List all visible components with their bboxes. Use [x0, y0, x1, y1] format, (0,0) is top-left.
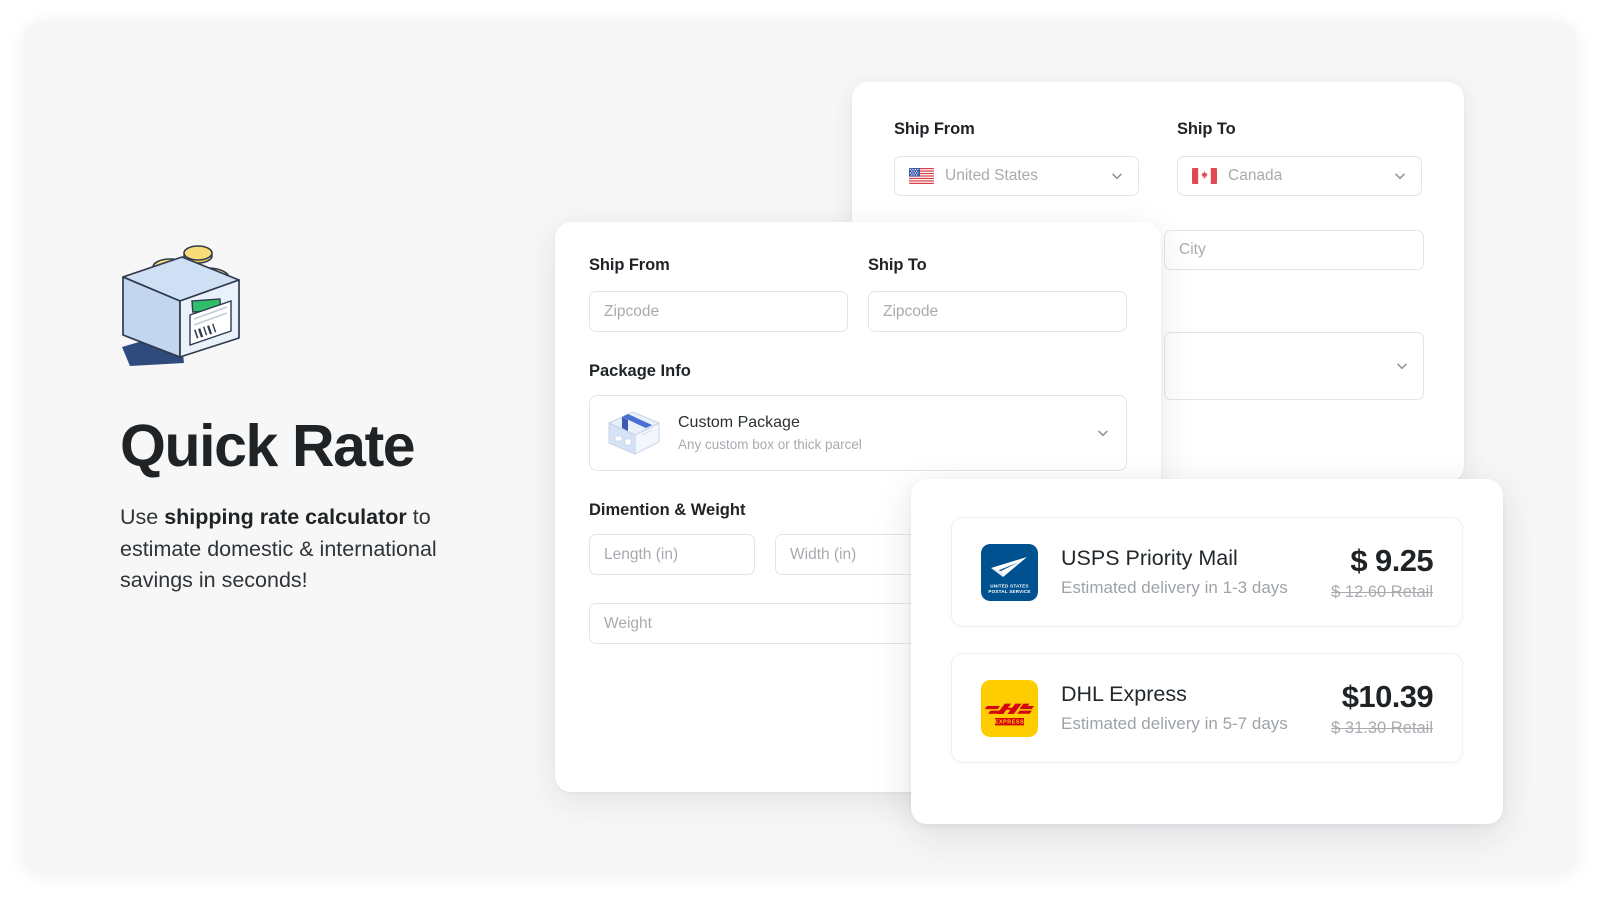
svg-text:UNITED STATES: UNITED STATES [990, 583, 1028, 588]
usps-logo-icon: UNITED STATES POSTAL SERVICE [981, 544, 1038, 601]
ship-to-country-select[interactable]: Canada [1177, 156, 1422, 196]
rates-card: UNITED STATES POSTAL SERVICE USPS Priori… [911, 479, 1503, 824]
rate-row[interactable]: UNITED STATES POSTAL SERVICE USPS Priori… [951, 517, 1463, 627]
dhl-logo-icon: EXPRESS [981, 680, 1038, 737]
city-input[interactable]: City [1164, 230, 1424, 270]
service-select[interactable] [1164, 332, 1424, 400]
rate-eta: Estimated delivery in 5-7 days [1061, 714, 1288, 734]
package-type-select[interactable]: Custom Package Any custom box or thick p… [589, 395, 1127, 471]
page-title: Quick Rate [120, 417, 540, 476]
zip-from-placeholder: Zipcode [604, 303, 659, 321]
ship-to-label: Ship To [1177, 120, 1422, 139]
rate-row[interactable]: EXPRESS DHL Express Estimated delivery i… [951, 653, 1463, 763]
package-type-texts: Custom Package Any custom box or thick p… [678, 414, 862, 452]
chevron-down-icon [1395, 359, 1409, 373]
box-icon [606, 408, 662, 458]
chevron-down-icon [1096, 426, 1110, 440]
ship-from-country-select[interactable]: United States [894, 156, 1139, 196]
rate-carrier-name: USPS Priority Mail [1061, 546, 1288, 571]
zip-inputs-row: Zipcode Zipcode [589, 291, 1127, 332]
svg-text:EXPRESS: EXPRESS [995, 719, 1025, 725]
outer-panel: Quick Rate Use shipping rate calculator … [22, 20, 1578, 876]
zip-labels-row: Ship From Ship To [589, 256, 1127, 275]
country-card-labels: Ship From Ship To [894, 120, 1422, 139]
hero-sub-pre: Use [120, 505, 164, 529]
ship-from-zipcode-input[interactable]: Zipcode [589, 291, 848, 332]
screen: Quick Rate Use shipping rate calculator … [0, 0, 1600, 900]
hero-section: Quick Rate Use shipping rate calculator … [120, 235, 540, 597]
form-ship-to-label: Ship To [868, 256, 1127, 275]
rate-carrier-name: DHL Express [1061, 682, 1288, 707]
svg-text:POSTAL SERVICE: POSTAL SERVICE [988, 589, 1030, 594]
chevron-down-icon [1110, 169, 1124, 183]
city-placeholder: City [1179, 241, 1206, 259]
length-input[interactable]: Length (in) [589, 534, 755, 575]
package-info-label: Package Info [589, 362, 1127, 381]
rate-texts: USPS Priority Mail Estimated delivery in… [1061, 546, 1288, 598]
width-placeholder: Width (in) [790, 546, 856, 564]
rate-prices: $ 9.25 $ 12.60 Retail [1331, 543, 1433, 602]
form-ship-from-label: Ship From [589, 256, 848, 275]
ship-to-zipcode-input[interactable]: Zipcode [868, 291, 1127, 332]
package-with-coins-illustration [120, 235, 295, 375]
rate-price: $10.39 [1342, 679, 1433, 715]
ship-to-country-value: Canada [1228, 167, 1282, 185]
rate-retail-price: $ 12.60 Retail [1331, 583, 1433, 602]
length-placeholder: Length (in) [604, 546, 678, 564]
weight-placeholder: Weight [604, 615, 652, 633]
hero-sub-bold: shipping rate calculator [164, 505, 407, 529]
chevron-down-icon [1393, 169, 1407, 183]
rate-retail-price: $ 31.30 Retail [1331, 719, 1433, 738]
ship-from-label: Ship From [894, 120, 1139, 139]
ship-from-country-value: United States [945, 167, 1038, 185]
rate-prices: $10.39 $ 31.30 Retail [1331, 679, 1433, 738]
zip-to-placeholder: Zipcode [883, 303, 938, 321]
package-title: Custom Package [678, 414, 862, 432]
rate-texts: DHL Express Estimated delivery in 5-7 da… [1061, 682, 1288, 734]
country-card-inputs: United States Canada [894, 156, 1422, 196]
rate-price: $ 9.25 [1350, 543, 1433, 579]
package-description: Any custom box or thick parcel [678, 437, 862, 452]
us-flag-icon [909, 168, 934, 184]
hero-subtitle: Use shipping rate calculator to estimate… [120, 502, 490, 597]
ca-flag-icon [1192, 168, 1217, 184]
rate-eta: Estimated delivery in 1-3 days [1061, 578, 1288, 598]
